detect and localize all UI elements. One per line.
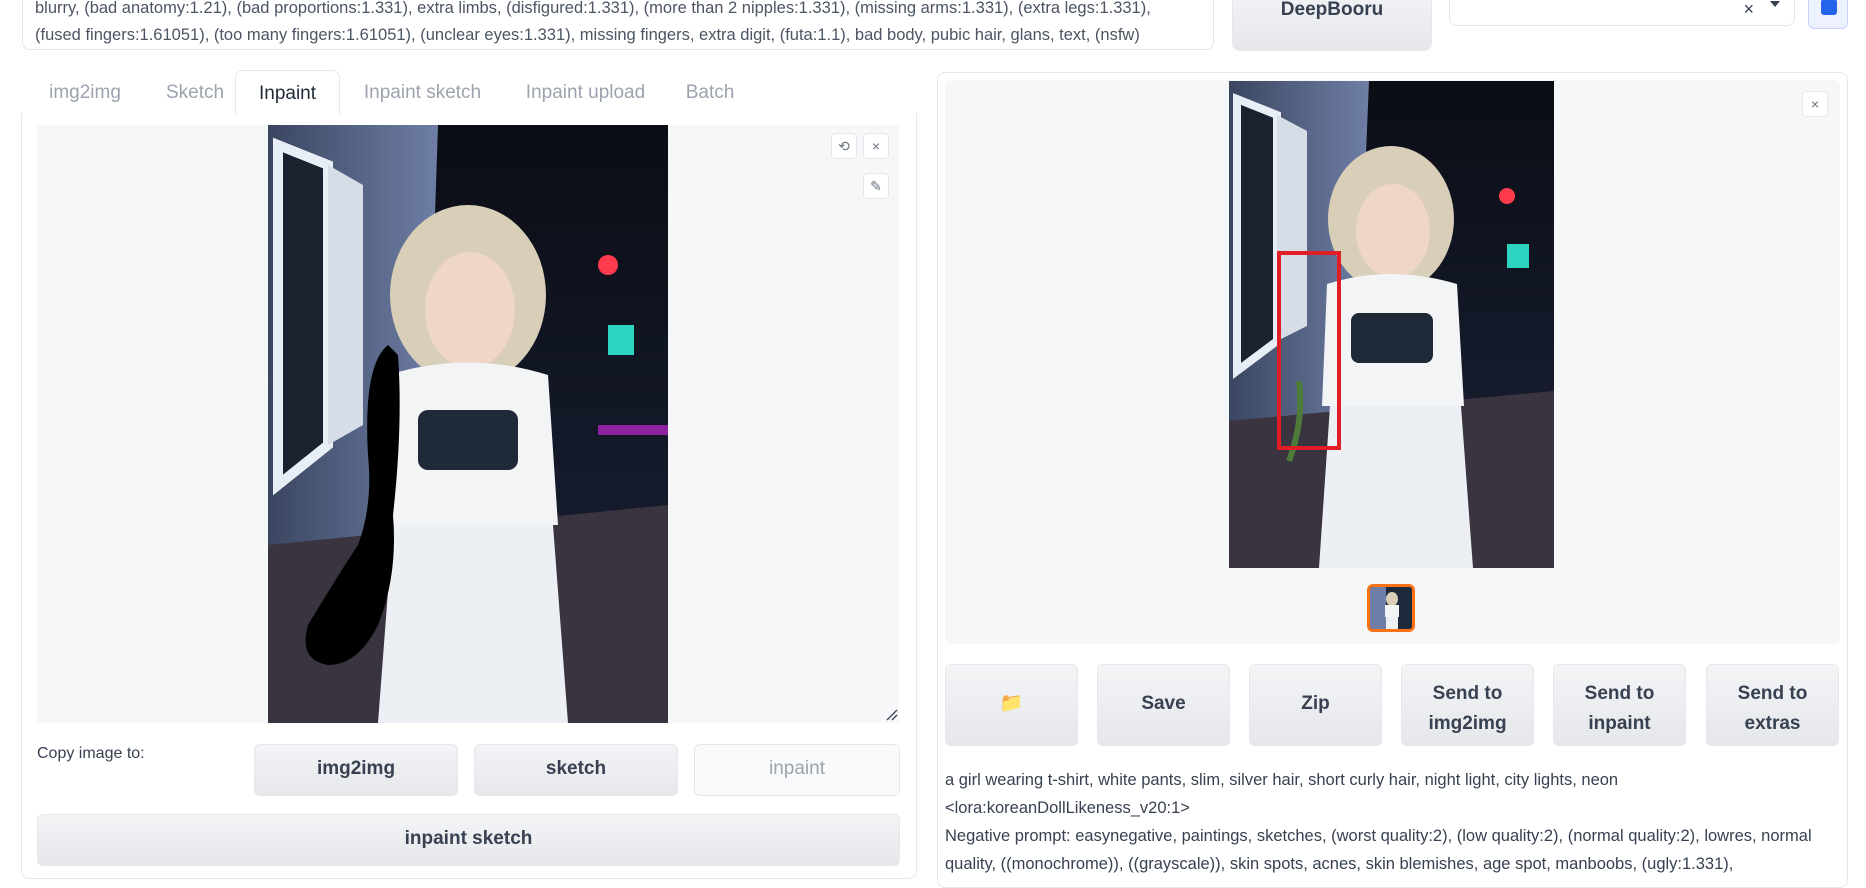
zip-button[interactable]: Zip xyxy=(1249,664,1382,746)
chevron-down-icon[interactable] xyxy=(1770,1,1780,7)
tab-inpaint-upload[interactable]: Inpaint upload xyxy=(513,70,658,114)
send-label: Send to xyxy=(1432,683,1503,704)
brush-icon[interactable]: ✎ xyxy=(863,173,889,199)
refresh-icon xyxy=(1821,0,1837,15)
generation-negative-prompt: Negative prompt: easynegative, paintings… xyxy=(945,827,1812,873)
clear-icon[interactable]: × xyxy=(1743,0,1754,20)
copy-to-sketch-button[interactable]: sketch xyxy=(474,744,678,796)
refresh-button[interactable] xyxy=(1808,0,1848,29)
undo-icon[interactable]: ⟲ xyxy=(831,133,857,159)
copy-to-img2img-button[interactable]: img2img xyxy=(254,744,458,796)
close-icon[interactable]: × xyxy=(1802,91,1828,117)
generation-prompt: a girl wearing t-shirt, white pants, sli… xyxy=(945,771,1619,817)
tab-sketch[interactable]: Sketch xyxy=(155,70,235,114)
save-button[interactable]: Save xyxy=(1097,664,1230,746)
send-label: Send to xyxy=(1584,683,1655,704)
send-to-img2img-button[interactable]: Send to img2img xyxy=(1401,664,1534,746)
result-photo xyxy=(1229,81,1554,568)
generation-info: a girl wearing t-shirt, white pants, sli… xyxy=(945,766,1840,878)
gallery-thumbnail[interactable] xyxy=(1367,584,1415,632)
copy-to-inpaint-sketch-button[interactable]: inpaint sketch xyxy=(37,814,900,866)
tab-batch[interactable]: Batch xyxy=(675,70,745,114)
send-to-inpaint-button[interactable]: Send to inpaint xyxy=(1553,664,1686,746)
tab-inpaint-sketch[interactable]: Inpaint sketch xyxy=(355,70,490,114)
resize-handle-icon[interactable] xyxy=(886,709,898,721)
copy-to-inpaint-button[interactable]: inpaint xyxy=(694,744,900,796)
copy-image-label: Copy image to: xyxy=(37,745,145,762)
result-image[interactable] xyxy=(1229,81,1554,568)
clear-canvas-icon[interactable]: × xyxy=(863,133,889,159)
folder-icon: 📁 xyxy=(999,693,1024,714)
send-label: Send to xyxy=(1737,683,1808,704)
tab-inpaint[interactable]: Inpaint xyxy=(235,70,340,114)
send-to-extras-button[interactable]: Send to extras xyxy=(1706,664,1839,746)
inpaint-source-image[interactable] xyxy=(268,125,668,723)
deepbooru-button[interactable]: DeepBooru xyxy=(1232,0,1432,51)
style-dropdown[interactable]: × xyxy=(1449,0,1795,26)
thumbnail-photo xyxy=(1370,587,1412,629)
send-target-label: img2img xyxy=(1428,713,1507,734)
send-target-label: extras xyxy=(1744,713,1801,734)
tab-img2img[interactable]: img2img xyxy=(30,70,140,114)
portrait-photo xyxy=(268,125,668,723)
mode-tabs: img2img Sketch Inpaint Inpaint sketch In… xyxy=(5,70,917,114)
open-folder-button[interactable]: 📁 xyxy=(945,664,1078,746)
send-target-label: inpaint xyxy=(1588,713,1651,734)
negative-prompt-textarea[interactable]: blurry, (bad anatomy:1.21), (bad proport… xyxy=(22,0,1214,50)
